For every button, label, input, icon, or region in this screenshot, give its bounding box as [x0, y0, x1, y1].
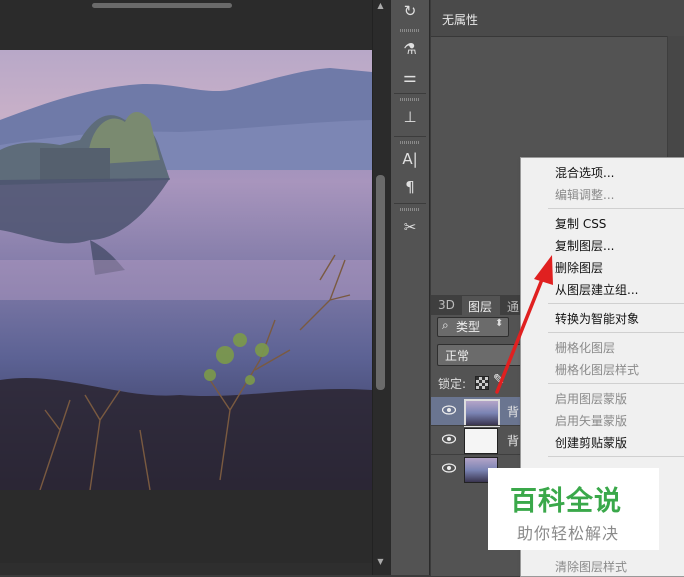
search-icon: ⌕	[442, 318, 449, 332]
tool-presets-icon[interactable]: ⚌	[397, 66, 423, 88]
menu-separator	[548, 208, 684, 209]
chevron-updown-icon: ⬍	[495, 318, 504, 329]
menu-item-blending-options[interactable]: 混合选项...	[555, 164, 614, 181]
menu-item-enable-vector-mask[interactable]: 启用矢量蒙版	[555, 412, 627, 429]
watermark-subtitle: 助你轻松解决	[517, 524, 620, 543]
menu-item-group-from-layers[interactable]: 从图层建立组...	[555, 281, 638, 298]
properties-title: 无属性	[442, 13, 479, 27]
character-icon[interactable]: A|	[397, 148, 423, 170]
eye-icon[interactable]	[442, 405, 456, 415]
horizontal-scrollbar[interactable]	[0, 563, 372, 575]
panel-dock-column: ↻ ⚗ ⚌ ⊥ A| ¶ ✂	[390, 0, 430, 575]
menu-item-rasterize-layer-style[interactable]: 栅格化图层样式	[555, 361, 639, 378]
grip-handle[interactable]	[400, 208, 420, 211]
stamp-icon[interactable]: ⊥	[397, 106, 423, 128]
menu-item-rasterize-layer[interactable]: 栅格化图层	[555, 339, 615, 356]
menu-item-convert-smart-object[interactable]: 转换为智能对象	[555, 310, 639, 327]
grip-handle[interactable]	[400, 29, 420, 32]
landscape-photo[interactable]	[0, 50, 372, 490]
lock-image-pixels-icon[interactable]: ✎	[493, 372, 505, 388]
layer-name[interactable]: 背	[507, 403, 519, 420]
menu-item-clear-layer-style[interactable]: 清除图层样式	[555, 558, 627, 575]
tab-layers[interactable]: 图层	[468, 298, 492, 315]
layer-thumbnail	[464, 399, 500, 427]
scroll-down-arrow-icon[interactable]: ▼	[376, 558, 385, 566]
lock-transparent-pixels-icon[interactable]	[475, 376, 489, 390]
menu-item-enable-layer-mask[interactable]: 启用图层蒙版	[555, 390, 627, 407]
tab-channels[interactable]: 通	[507, 298, 519, 315]
menu-item-duplicate-layer[interactable]: 复制图层...	[555, 237, 614, 254]
menu-separator	[548, 303, 684, 304]
menu-separator	[548, 383, 684, 384]
blend-mode-value: 正常	[445, 349, 470, 363]
grip-handle[interactable]	[400, 98, 420, 101]
tab-3d[interactable]: 3D	[438, 298, 455, 312]
menu-item-delete-layer[interactable]: 删除图层	[555, 259, 603, 276]
brush-presets-icon[interactable]: ⚗	[397, 38, 423, 60]
layer-thumbnail	[464, 428, 498, 454]
history-icon[interactable]: ↻	[397, 0, 423, 22]
lock-label: 锁定:	[438, 377, 467, 391]
paragraph-icon[interactable]: ¶	[397, 176, 423, 198]
scroll-up-arrow-icon[interactable]: ▲	[376, 2, 385, 10]
menu-item-create-clipping-mask[interactable]: 创建剪贴蒙版	[555, 434, 627, 451]
menu-separator	[548, 332, 684, 333]
layer-name[interactable]: 背	[507, 432, 519, 449]
divider	[394, 136, 426, 137]
watermark-title: 百科全说	[510, 486, 622, 517]
vertical-scrollbar-thumb[interactable]	[376, 175, 385, 390]
tools-icon[interactable]: ✂	[397, 216, 423, 238]
menu-item-edit-adjustment[interactable]: 编辑调整...	[555, 186, 614, 203]
layer-filter-label: 类型	[456, 320, 481, 334]
menu-item-copy-css[interactable]: 复制 CSS	[555, 215, 606, 232]
menu-separator	[548, 456, 684, 457]
grip-handle[interactable]	[400, 141, 420, 144]
divider	[394, 203, 426, 204]
eye-icon[interactable]	[442, 434, 456, 444]
eye-icon[interactable]	[442, 463, 456, 473]
horizontal-scrollbar-thumb[interactable]	[92, 3, 232, 8]
divider	[394, 93, 426, 94]
